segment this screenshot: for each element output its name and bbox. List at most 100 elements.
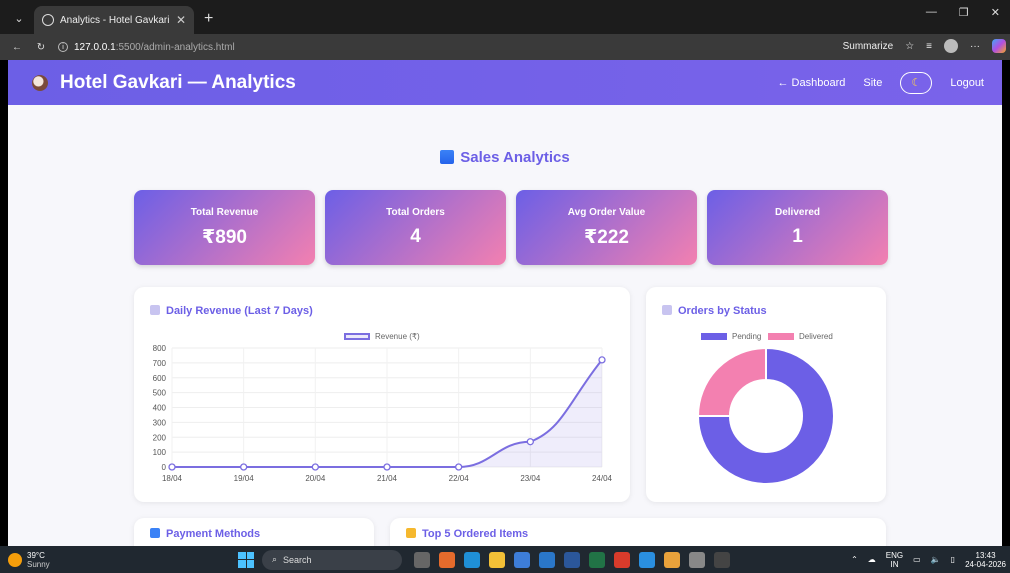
- tab-list-chevron-icon[interactable]: ⌄: [8, 7, 30, 29]
- theme-toggle-button[interactable]: ☾: [900, 71, 933, 94]
- revenue-data-point: [383, 463, 391, 471]
- card-title-text: Payment Methods: [166, 528, 261, 540]
- web-page: Hotel Gavkari — Analytics ← Dashboard Si…: [8, 60, 1002, 546]
- card-title-text: Top 5 Ordered Items: [422, 528, 529, 540]
- brand-title: Hotel Gavkari — Analytics: [60, 71, 296, 93]
- card-title: Top 5 Ordered Items: [406, 528, 528, 540]
- revenue-data-point: [455, 463, 463, 471]
- top-items-card: Top 5 Ordered Items: [390, 518, 886, 546]
- new-tab-icon[interactable]: +: [204, 10, 213, 28]
- y-tick-label: 800: [153, 344, 167, 353]
- file-explorer-icon[interactable]: [489, 551, 505, 568]
- y-tick-label: 400: [153, 404, 167, 413]
- revenue-data-point: [240, 463, 248, 471]
- daily-revenue-card: Daily Revenue (Last 7 Days) Revenue (₹) …: [134, 287, 630, 502]
- y-tick-label: 100: [153, 448, 167, 457]
- summarize-button[interactable]: Summarize: [843, 41, 894, 52]
- lang-code: ENG: [885, 550, 904, 560]
- system-tray: ⌃ ☁ ENG IN ▭ 🔈 ▯ 13:43 24-04-2026: [851, 551, 1010, 569]
- stat-value: 4: [410, 226, 421, 247]
- orders-by-status-card: Orders by Status Pending Delivered: [646, 287, 886, 502]
- main-content: Sales Analytics Total Revenue ₹890 Total…: [8, 105, 1002, 546]
- stat-card-total-orders: Total Orders 4: [325, 190, 506, 265]
- revenue-data-point: [168, 463, 176, 471]
- stat-label: Total Revenue: [190, 207, 259, 218]
- outlook-icon[interactable]: [539, 551, 555, 568]
- revenue-line-chart: 0 100 200 300 400 500 600 700 800 18/04 19/04 20/04…: [153, 344, 613, 483]
- moon-icon: ☾: [911, 77, 922, 89]
- os-taskbar: 39°C Sunny ⌕ Search ⌃ ☁ ENG IN ▭ 🔈 ▯ 13:43 2…: [0, 546, 1010, 573]
- store-icon[interactable]: [514, 551, 530, 568]
- word-icon[interactable]: [564, 551, 580, 568]
- vscode-icon[interactable]: [639, 551, 655, 568]
- stat-value: ₹222: [584, 227, 629, 248]
- favorite-star-icon[interactable]: ☆: [905, 41, 914, 52]
- revenue-data-point: [311, 463, 319, 471]
- stat-card-total-revenue: Total Revenue ₹890: [134, 190, 315, 265]
- minimize-icon[interactable]: —: [926, 6, 937, 19]
- info-icon[interactable]: i: [58, 42, 68, 52]
- dashboard-link[interactable]: ← Dashboard: [778, 77, 846, 89]
- y-tick-label: 0: [162, 463, 167, 472]
- weather-condition: Sunny: [27, 559, 50, 569]
- copilot-app-icon[interactable]: [439, 551, 455, 568]
- excel-icon[interactable]: [589, 551, 605, 568]
- edge-icon[interactable]: [464, 551, 480, 568]
- revenue-data-point: [526, 438, 534, 446]
- clock[interactable]: 13:43 24-04-2026: [965, 551, 1006, 569]
- maximize-icon[interactable]: ❐: [959, 6, 969, 19]
- stat-value: ₹890: [202, 227, 247, 248]
- network-icon[interactable]: ▭: [913, 555, 921, 564]
- taskbar-search[interactable]: ⌕ Search: [262, 549, 402, 570]
- favorites-list-icon[interactable]: ≡: [926, 41, 932, 52]
- stat-value: 1: [792, 226, 803, 247]
- status-donut-chart: [696, 346, 835, 485]
- tab-title: Analytics - Hotel Gavkari Admin: [60, 14, 170, 26]
- window-controls: — ❐ ✕: [926, 6, 1010, 19]
- close-window-icon[interactable]: ✕: [991, 6, 1000, 19]
- close-tab-icon[interactable]: ✕: [176, 13, 186, 27]
- settings-icon[interactable]: [689, 551, 705, 568]
- chrome-icon[interactable]: [664, 551, 680, 568]
- logout-link[interactable]: Logout: [950, 77, 984, 89]
- weather-widget[interactable]: 39°C Sunny: [8, 551, 158, 569]
- browser-tab-bar: ⌄ Analytics - Hotel Gavkari Admin ✕ + — …: [0, 0, 1010, 34]
- stat-label: Total Orders: [386, 207, 445, 218]
- payment-methods-card: Payment Methods: [134, 518, 374, 546]
- search-icon: ⌕: [272, 554, 278, 564]
- more-menu-icon[interactable]: ···: [970, 41, 980, 52]
- browser-tab[interactable]: Analytics - Hotel Gavkari Admin ✕: [34, 6, 194, 34]
- tray-chevron-icon[interactable]: ⌃: [851, 555, 858, 564]
- sun-icon: [8, 552, 22, 567]
- reload-icon[interactable]: ↻: [34, 42, 48, 53]
- windows-start-icon[interactable]: [238, 551, 254, 568]
- y-tick-label: 200: [153, 433, 167, 442]
- trophy-icon: [406, 528, 416, 538]
- y-tick-label: 700: [153, 359, 167, 368]
- profile-avatar[interactable]: [944, 39, 958, 53]
- wps-icon[interactable]: [614, 551, 630, 568]
- task-view-icon[interactable]: [414, 551, 430, 568]
- terminal-icon[interactable]: [714, 551, 730, 568]
- stat-label: Delivered: [774, 207, 821, 218]
- language-indicator[interactable]: ENG IN: [886, 551, 903, 569]
- onedrive-icon[interactable]: ☁: [868, 555, 876, 564]
- y-tick-label: 600: [153, 374, 167, 383]
- stat-card-delivered: Delivered 1: [707, 190, 888, 265]
- page-title-text: Sales Analytics: [460, 149, 570, 166]
- x-tick-label: 20/04: [305, 474, 326, 483]
- site-link[interactable]: Site: [863, 77, 882, 89]
- battery-icon[interactable]: ▯: [951, 555, 955, 564]
- x-tick-label: 18/04: [162, 474, 183, 483]
- x-tick-label: 19/04: [234, 474, 255, 483]
- x-tick-label: 21/04: [377, 474, 398, 483]
- header-nav: ← Dashboard Site ☾ Logout: [778, 71, 984, 94]
- y-tick-label: 500: [153, 389, 167, 398]
- address-bar[interactable]: i 127.0.0.1:5500/admin-analytics.html: [58, 42, 235, 53]
- stat-card-avg-order-value: Avg Order Value ₹222: [516, 190, 697, 265]
- back-icon[interactable]: ←: [10, 42, 24, 53]
- browser-nav-bar: ← ↻ i 127.0.0.1:5500/admin-analytics.htm…: [0, 34, 1010, 60]
- volume-icon[interactable]: 🔈: [931, 555, 941, 564]
- weather-temp: 39°C: [27, 550, 45, 560]
- copilot-icon[interactable]: [992, 39, 1006, 53]
